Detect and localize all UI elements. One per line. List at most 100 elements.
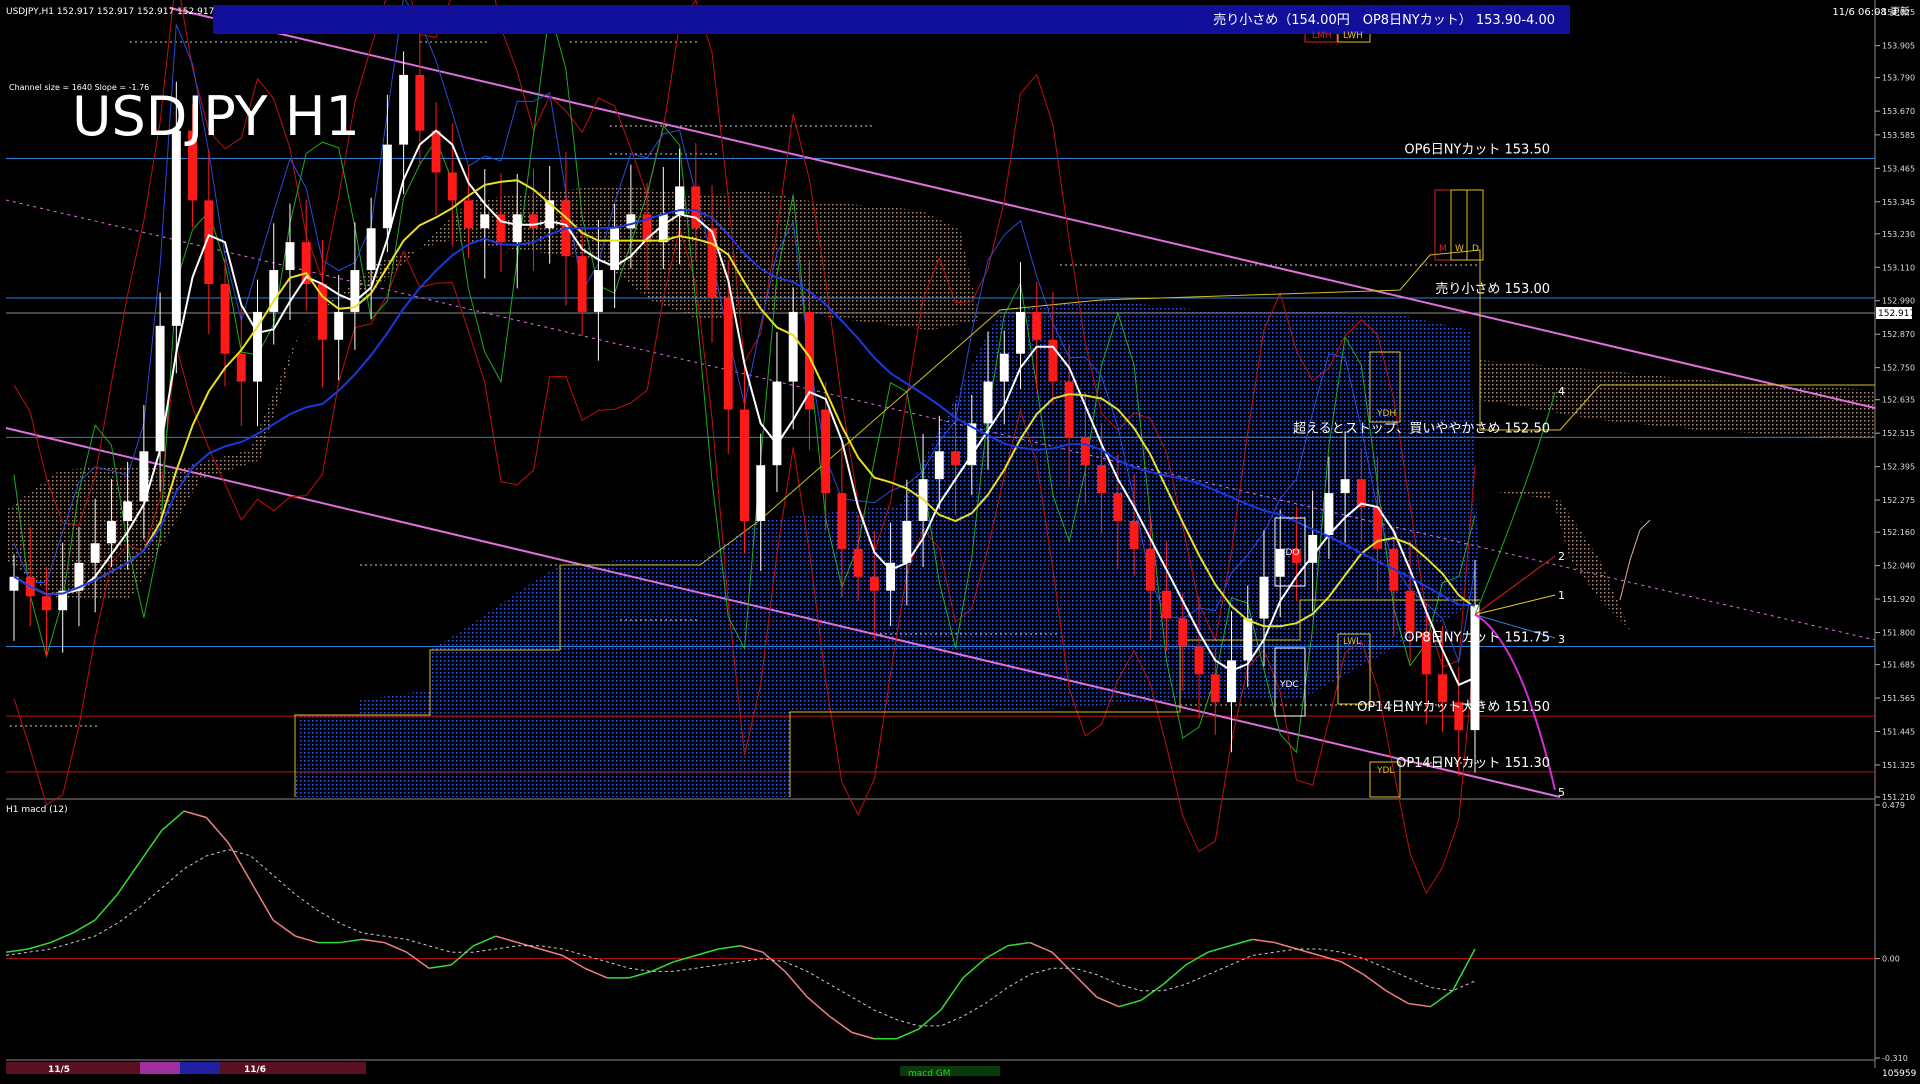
candle-body (123, 501, 133, 521)
volume-label: 105959 (1882, 1069, 1917, 1079)
symbol-info: USDJPY,H1 152.917 152.917 152.917 152.91… (6, 7, 214, 17)
candle-body (1016, 311, 1025, 354)
price-tick-label: 153.345 (1882, 198, 1915, 207)
candle-body (1405, 590, 1415, 633)
level-label: OP14日NYカット大きめ 151.50 (1357, 700, 1550, 715)
price-tick-label: 152.040 (1882, 562, 1915, 571)
price-tick-label: 153.465 (1882, 164, 1915, 173)
level-label: OP14日NYカット 151.30 (1396, 756, 1550, 771)
box-label-ydo: YDO (1279, 548, 1300, 558)
candle-body (1178, 618, 1188, 647)
candle-body (1194, 646, 1204, 675)
projection-label-1: 1 (1558, 589, 1565, 602)
price-tick-label: 152.160 (1882, 528, 1915, 537)
level-label: OP6日NYカット 153.50 (1404, 143, 1550, 158)
price-tick-label: 153.230 (1882, 230, 1915, 239)
projection-label-2: 2 (1558, 550, 1565, 563)
candle-body (285, 242, 295, 271)
level-label: 売り小さめ 153.00 (1435, 281, 1550, 297)
candle-body (1340, 479, 1350, 494)
candle-body (220, 284, 230, 354)
candle-body (577, 256, 587, 312)
candle-body (1097, 465, 1107, 494)
box-label-d: D (1472, 244, 1479, 254)
price-tick-label: 153.790 (1882, 74, 1915, 83)
datetime-label: 11/6 06:08 更新 (1832, 5, 1910, 18)
candle-body (1032, 311, 1042, 340)
candle-body (382, 144, 392, 229)
price-tick-label: 153.585 (1882, 131, 1915, 140)
box-label-ydh: YDH (1376, 409, 1396, 419)
candle-body (691, 186, 701, 229)
candle-body (480, 214, 490, 229)
time-strip-segment (180, 1062, 220, 1074)
candle-body (1145, 548, 1155, 591)
chart-window: 154.025 153.905 153.790 153.670 153.585 153.4… (0, 0, 1920, 1080)
candle-body (512, 214, 522, 243)
candle-body (42, 596, 51, 611)
candle-body (756, 465, 766, 521)
candle-body (869, 576, 879, 591)
projection-label-4: 4 (1558, 385, 1565, 398)
macd-tick-label: 0.00 (1882, 955, 1900, 964)
candle-body (934, 451, 944, 480)
box-label-lmh: LMH (1312, 31, 1332, 41)
price-tick-label: 153.670 (1882, 107, 1915, 116)
candle-body (1064, 381, 1074, 438)
candle-body (1243, 618, 1253, 661)
candle-body (90, 543, 100, 563)
box-label-lwh: LWH (1343, 31, 1363, 41)
candle-body (1227, 660, 1236, 703)
price-chart[interactable]: 154.025153.905153.790153.670153.585153.4… (0, 0, 1920, 1080)
candle-body (804, 311, 814, 410)
price-tick-label: 151.685 (1882, 661, 1915, 670)
level-label: OP8日NYカット 151.75 (1404, 630, 1550, 645)
price-tick-label: 152.870 (1882, 330, 1915, 339)
box-label-ydc: YDC (1279, 680, 1299, 690)
candle-body (626, 214, 636, 229)
price-tick-label: 152.275 (1882, 496, 1915, 505)
candle-body (772, 381, 782, 466)
current-price-label: 152.917 (1878, 309, 1915, 319)
projection-label-5: 5 (1558, 786, 1565, 799)
candle-body (431, 130, 441, 173)
candle-body (1113, 493, 1123, 521)
box-label-lwl: LWL (1343, 637, 1361, 647)
macd-tick-label: -0.310 (1882, 1054, 1908, 1063)
candle-body (999, 353, 1009, 382)
level-label: 超えるとストップ、買いややかさめ 152.50 (1293, 421, 1550, 436)
candle-body (415, 74, 425, 131)
time-tick-label: 11/5 (48, 1065, 70, 1075)
candle-body (983, 381, 993, 424)
price-tick-label: 151.800 (1882, 629, 1915, 638)
price-tick-label: 151.565 (1882, 694, 1915, 703)
box-label-m: M (1439, 244, 1447, 254)
price-tick-label: 153.110 (1882, 263, 1915, 272)
candle-body (723, 297, 733, 410)
price-tick-label: 151.920 (1882, 595, 1915, 604)
candle-body (740, 409, 749, 521)
macd-signal-label: macd GM (908, 1069, 951, 1079)
candle-body (447, 172, 457, 201)
candle-body (821, 409, 831, 494)
candle-body (853, 548, 863, 577)
box-label-ydl: YDL (1376, 766, 1394, 776)
candle-body (106, 520, 116, 544)
time-tick-label: 11/6 (244, 1065, 266, 1075)
chart-title: USDJPY H1 (72, 85, 360, 148)
candle-body (1210, 674, 1220, 703)
candle-body (1438, 674, 1447, 703)
banner-text: 売り小さめ（154.00円 OP8日NYカット） 153.90-4.00 (1213, 12, 1555, 28)
candle-body (399, 74, 409, 145)
candle-body (236, 353, 246, 382)
price-tick-label: 152.515 (1882, 429, 1915, 438)
price-tick-label: 152.635 (1882, 396, 1915, 405)
candle-body (171, 130, 181, 326)
candle-body (951, 451, 960, 466)
candle-body (788, 311, 798, 382)
candle-body (1259, 576, 1269, 619)
candle-body (593, 270, 603, 312)
macd-tick-label: 0.479 (1882, 801, 1905, 810)
price-tick-label: 151.325 (1882, 761, 1915, 770)
candle-body (1080, 437, 1090, 466)
